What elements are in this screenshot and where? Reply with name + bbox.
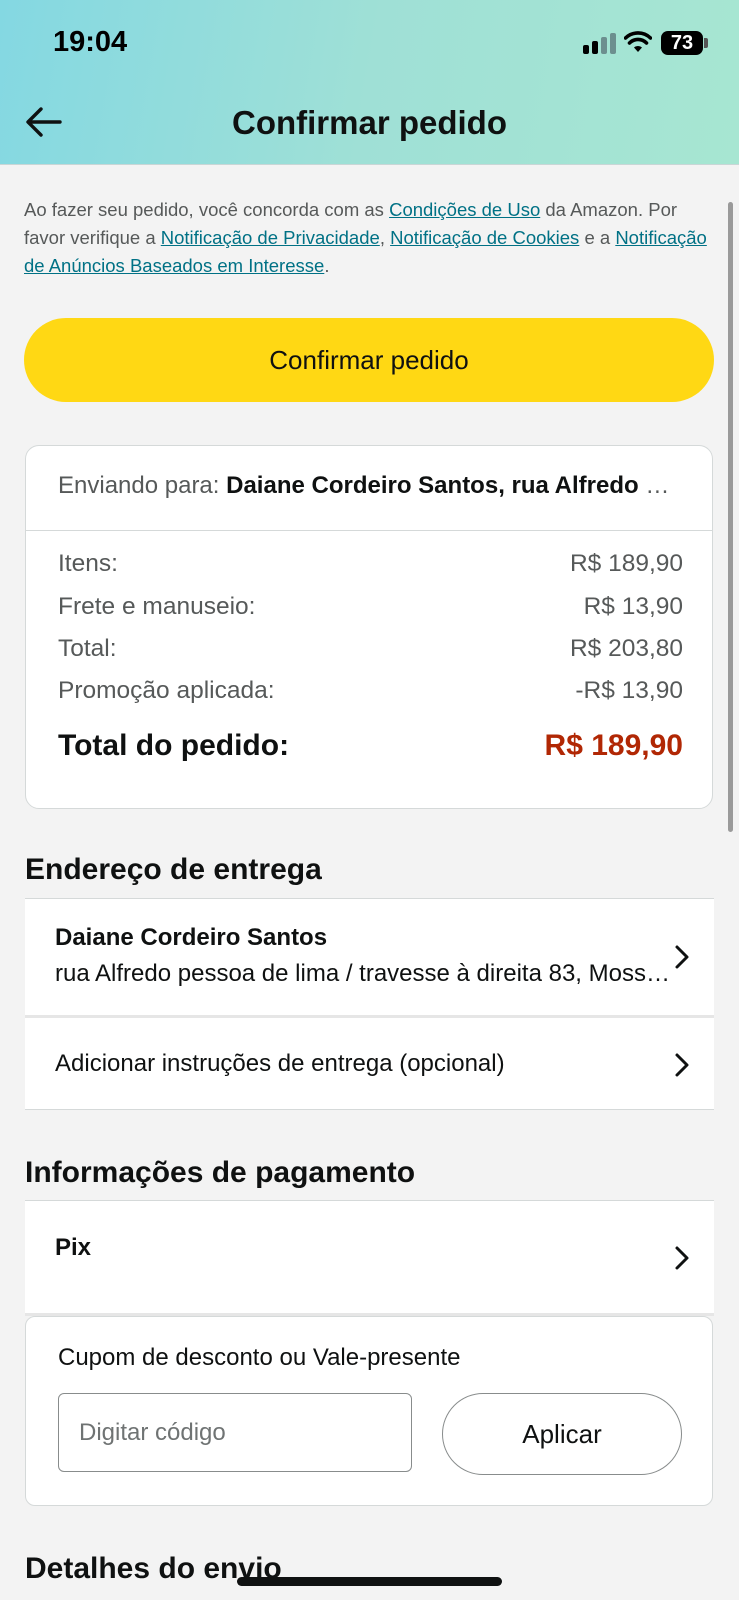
cookies-notice-link[interactable]: Notificação de Cookies bbox=[390, 227, 579, 248]
shipping-to-label: Enviando para: bbox=[58, 472, 227, 499]
order-total-value: R$ 189,90 bbox=[544, 729, 683, 762]
legal-text-3: , bbox=[379, 227, 391, 248]
app-header: 19:04 73 Confirmar pedido bbox=[0, 0, 739, 165]
terms-of-use-link[interactable]: Condições de Uso bbox=[389, 199, 540, 220]
delivery-address-panel: Daiane Cordeiro Santos rua Alfredo pesso… bbox=[25, 898, 714, 1110]
battery-tip bbox=[704, 38, 708, 48]
summary-row-label: Frete e manuseio: bbox=[58, 593, 256, 620]
payment-info-title: Informações de pagamento bbox=[25, 1156, 416, 1189]
delivery-address-row[interactable]: Daiane Cordeiro Santos rua Alfredo pesso… bbox=[25, 899, 714, 1018]
shipping-to[interactable]: Enviando para: Daiane Cordeiro Santos, r… bbox=[58, 472, 683, 500]
order-summary-card: Enviando para: Daiane Cordeiro Santos, r… bbox=[25, 445, 713, 809]
apply-coupon-button[interactable]: Aplicar bbox=[442, 1393, 682, 1475]
order-total-row: Total do pedido: R$ 189,90 bbox=[58, 729, 683, 763]
order-total-label: Total do pedido: bbox=[58, 729, 290, 762]
coupon-code-input[interactable] bbox=[58, 1393, 412, 1472]
delivery-instructions-label: Adicionar instruções de entrega (opciona… bbox=[55, 1050, 505, 1077]
confirm-order-button[interactable]: Confirmar pedido bbox=[24, 318, 714, 402]
recipient-name: Daiane Cordeiro Santos bbox=[55, 924, 328, 951]
status-time: 19:04 bbox=[53, 26, 128, 58]
summary-row-promotion: Promoção aplicada: -R$ 13,90 bbox=[58, 677, 683, 705]
cellular-signal-icon bbox=[583, 32, 617, 54]
divider bbox=[26, 530, 712, 531]
shipping-to-value: Daiane Cordeiro Santos, rua Alfredo pess… bbox=[226, 472, 683, 499]
coupon-card: Cupom de desconto ou Vale-presente Aplic… bbox=[25, 1316, 713, 1506]
summary-row-shipping: Frete e manuseio: R$ 13,90 bbox=[58, 593, 683, 621]
summary-row-label: Total: bbox=[58, 635, 117, 662]
summary-row-label: Itens: bbox=[58, 550, 118, 577]
scrollbar[interactable] bbox=[728, 202, 733, 832]
payment-method-panel: Pix bbox=[25, 1200, 714, 1316]
coupon-label: Cupom de desconto ou Vale-presente bbox=[58, 1344, 461, 1371]
payment-method: Pix bbox=[55, 1234, 92, 1261]
chevron-right-icon bbox=[675, 945, 689, 969]
legal-text-4: e a bbox=[579, 227, 616, 248]
chevron-right-icon bbox=[675, 1053, 689, 1077]
summary-row-value: R$ 189,90 bbox=[569, 550, 683, 577]
summary-row-label: Promoção aplicada: bbox=[58, 677, 275, 704]
home-indicator[interactable] bbox=[237, 1577, 502, 1586]
wifi-icon bbox=[624, 31, 652, 52]
privacy-notice-link[interactable]: Notificação de Privacidade bbox=[161, 227, 380, 248]
summary-row-value: -R$ 13,90 bbox=[575, 677, 683, 704]
legal-text-5: . bbox=[324, 255, 330, 276]
battery-icon: 73 bbox=[661, 31, 703, 55]
summary-row-value: R$ 13,90 bbox=[583, 593, 683, 620]
delivery-instructions-row[interactable]: Adicionar instruções de entrega (opciona… bbox=[25, 1021, 714, 1110]
legal-text-1: Ao fazer seu pedido, você concorda com a… bbox=[24, 199, 390, 220]
chevron-right-icon bbox=[675, 1246, 689, 1270]
page-title: Confirmar pedido bbox=[231, 104, 507, 141]
summary-row-value: R$ 203,80 bbox=[569, 635, 683, 662]
address-line: rua Alfredo pessoa de lima / travesse à … bbox=[55, 960, 670, 987]
payment-method-row[interactable]: Pix bbox=[25, 1201, 714, 1314]
legal-notice: Ao fazer seu pedido, você concorda com a… bbox=[24, 196, 714, 280]
summary-row-total: Total: R$ 203,80 bbox=[58, 635, 683, 663]
delivery-address-title: Endereço de entrega bbox=[25, 853, 322, 886]
summary-row-items: Itens: R$ 189,90 bbox=[58, 550, 683, 578]
